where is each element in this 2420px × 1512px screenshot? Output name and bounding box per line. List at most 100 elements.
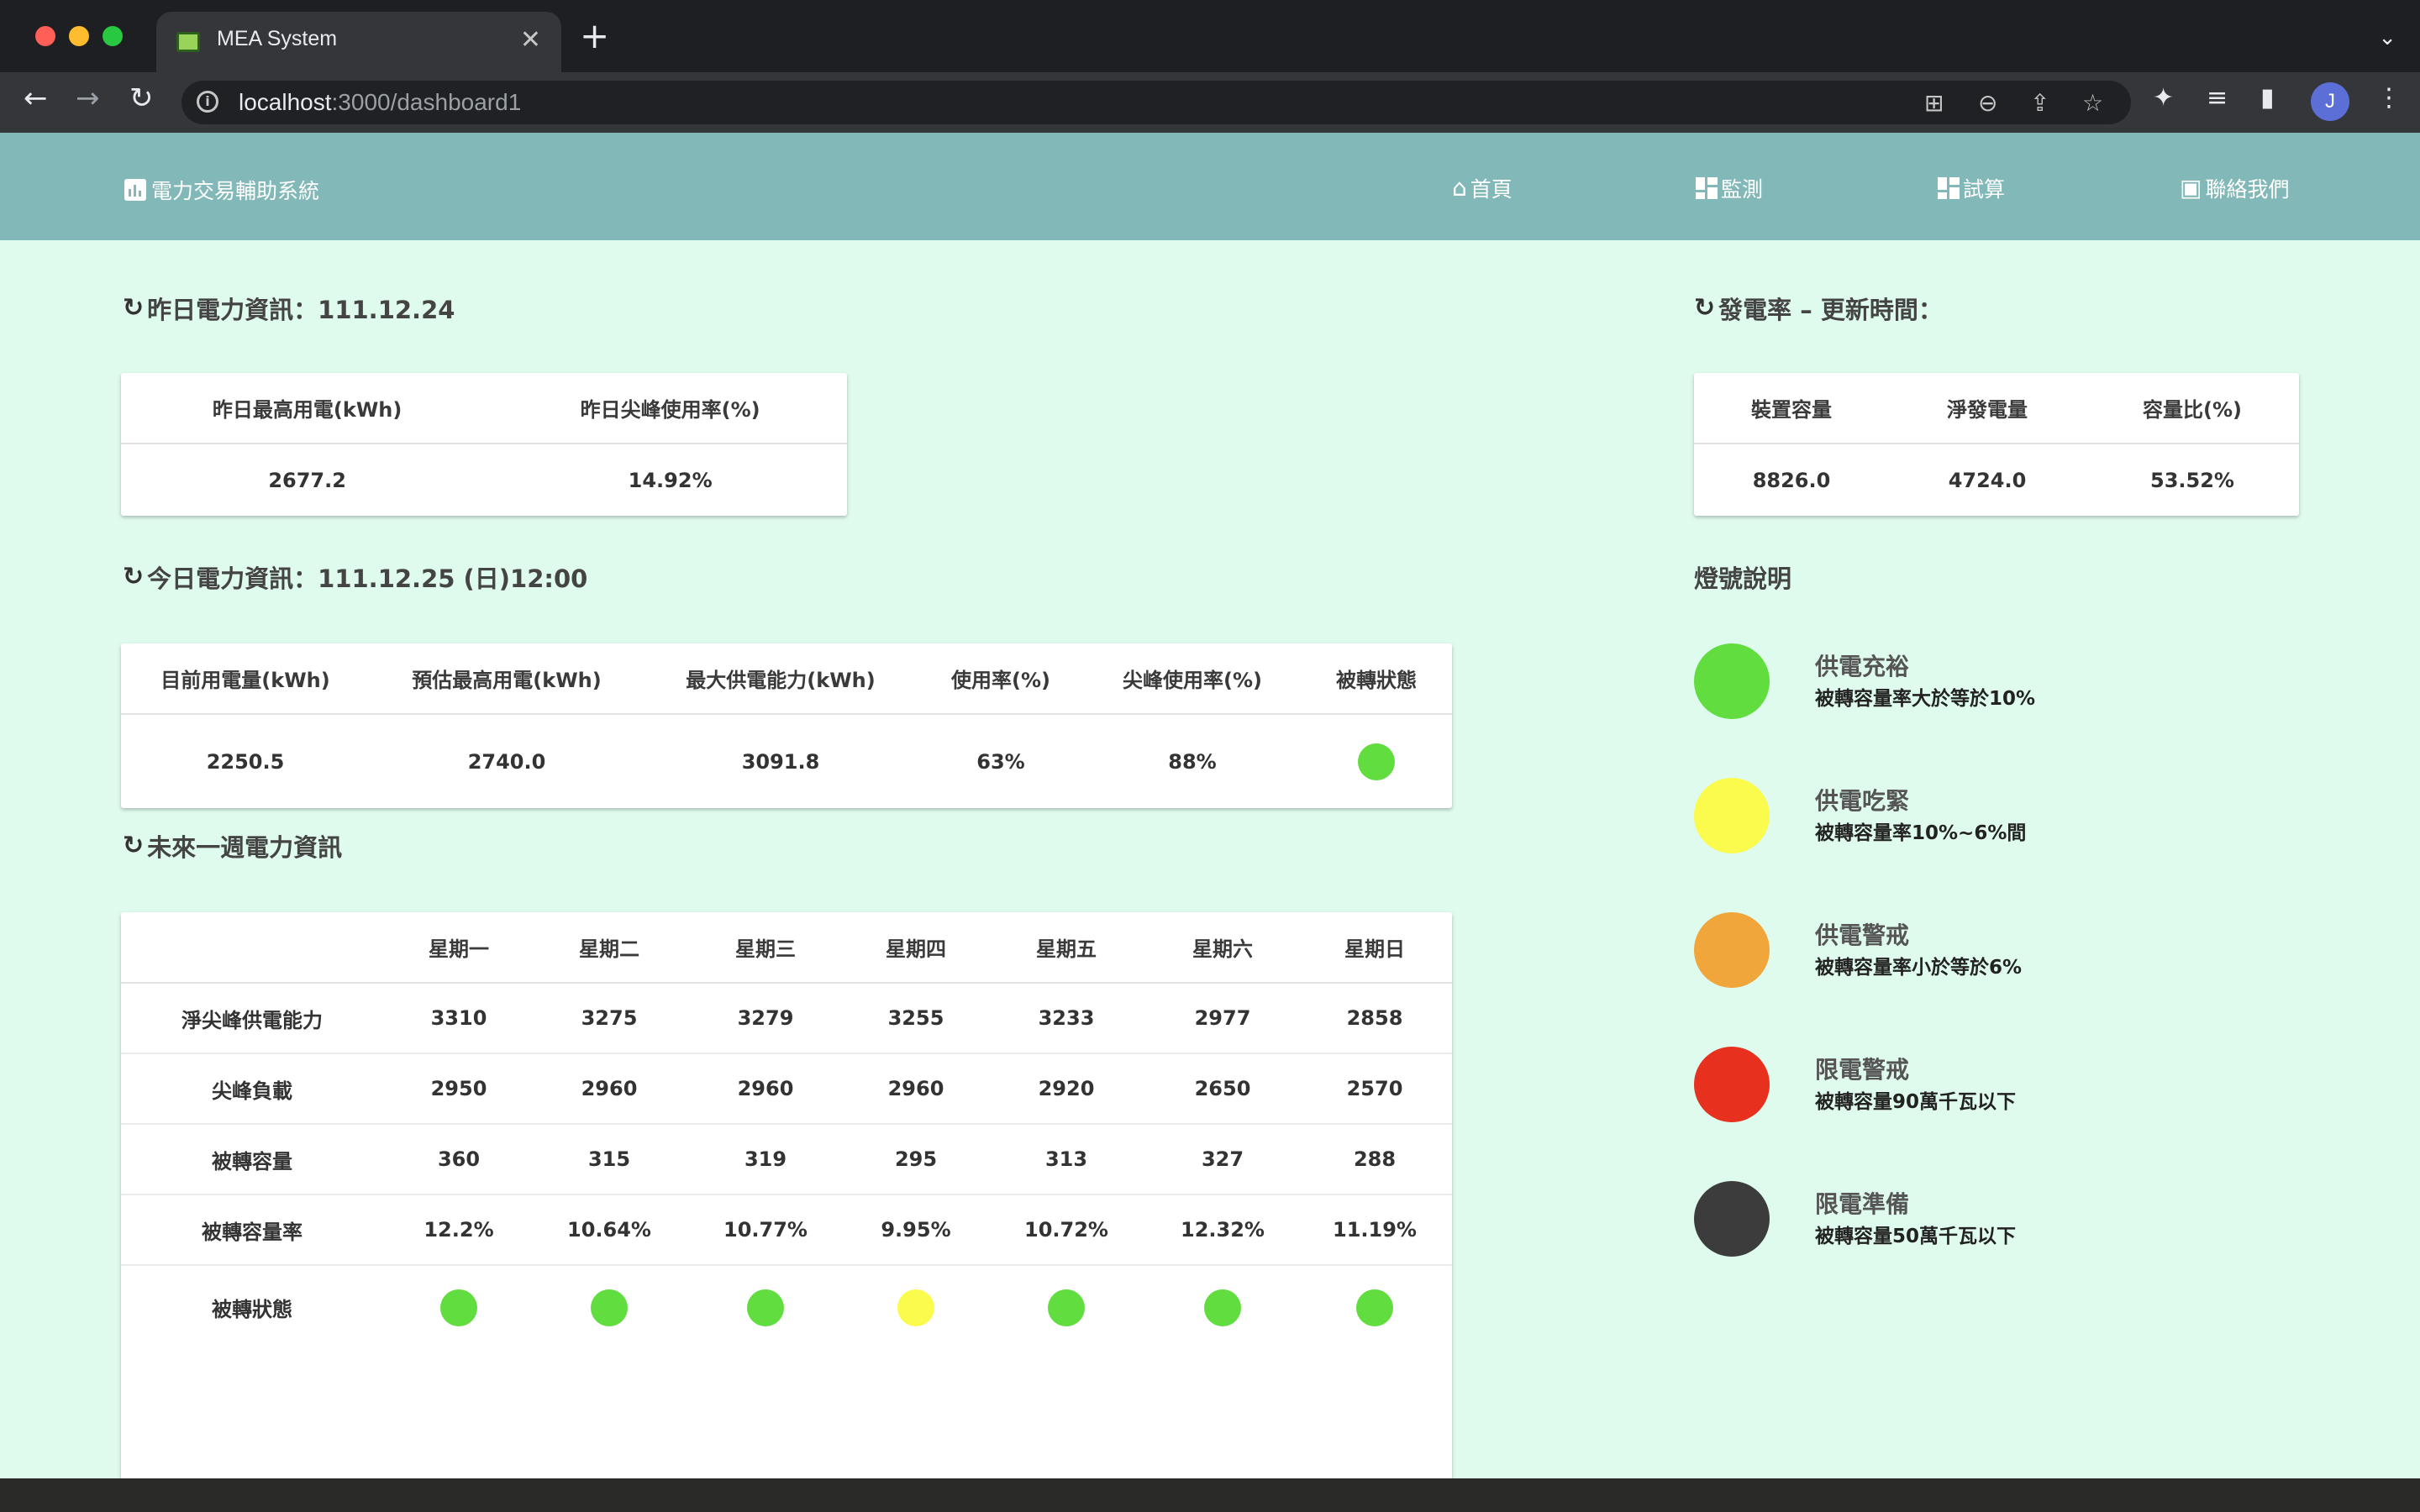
generation-header: 淨發電量 [1889,373,2086,444]
legend-item: 供電警戒 被轉容量率小於等於6% [1694,912,2198,988]
extensions-puzzle-icon[interactable]: ✦ [2153,86,2174,111]
url-path: :3000/dashboard1 [331,89,522,115]
tab-close-icon[interactable]: ✕ [520,25,541,55]
legend-item-title: 供電警戒 [1815,921,1910,949]
bar-chart-icon [124,179,146,201]
home-icon: ⌂ [1452,174,1467,202]
week-cell: 2977 [1148,983,1297,1054]
yesterday-header: 昨日最高用電(kWh) [121,373,494,444]
refresh-icon[interactable]: ↻ [1694,296,1715,321]
today-header: 使用率(%) [918,643,1084,715]
window-minimize-button[interactable] [69,26,89,46]
nav-monitor[interactable]: 監測 [1696,173,1763,203]
nav-calc-label: 試算 [1963,177,2006,202]
week-cell: 319 [684,1124,847,1195]
nav-contact[interactable]: ▣ 聯絡我們 [2180,173,2289,203]
week-cell: 360 [383,1124,534,1195]
refresh-icon[interactable]: ↻ [123,564,144,590]
generation-section-title: ↻ 發電率 – 更新時間： [1694,291,1943,326]
tab-search-chevron-down-icon[interactable]: ⌄ [2378,25,2396,50]
dashboard-icon [1696,177,1718,199]
week-row-peak-load: 尖峰負載 2950 2960 2960 2960 2920 2650 2570 [121,1053,1452,1125]
week-row-label: 淨尖峰供電能力 [121,983,383,1054]
generation-value: 4724.0 [1948,468,2027,492]
legend-item-desc: 被轉容量90萬千瓦以下 [1815,1091,2017,1113]
week-status-cell [985,1265,1148,1349]
legend-item: 供電充裕 被轉容量率大於等於10% [1694,643,2198,719]
week-cell: 2858 [1297,983,1452,1054]
nav-calc[interactable]: 試算 [1938,173,2005,203]
week-status-cell [383,1265,534,1349]
today-header: 預估最高用電(kWh) [370,643,644,715]
generation-header: 容量比(%) [2086,373,2299,444]
generation-table: 裝置容量 淨發電量 容量比(%) 8826.0 4724.0 53.52% [1694,373,2299,516]
today-section-title: ↻ 今日電力資訊：111.12.25 (日)12:00 [123,559,587,595]
generation-card: 裝置容量 淨發電量 容量比(%) 8826.0 4724.0 53.52% [1694,373,2299,516]
nav-home[interactable]: ⌂ 首頁 [1452,173,1512,203]
status-light [1204,1289,1241,1326]
week-row-transfer-rate: 被轉容量率 12.2% 10.64% 10.77% 9.95% 10.72% 1… [121,1194,1452,1266]
share-icon[interactable]: ⇪ [2030,89,2049,117]
legend-title-text: 燈號說明 [1694,564,1792,593]
back-arrow-icon[interactable]: ← [24,84,48,113]
week-card: 星期一 星期二 星期三 星期四 星期五 星期六 星期日 淨尖峰供電能力 3310… [121,912,1452,1478]
today-card: 目前用電量(kWh) 預估最高用電(kWh) 最大供電能力(kWh) 使用率(%… [121,643,1452,808]
yesterday-section-title: ↻ 昨日電力資訊：111.12.24 [123,291,455,326]
brand-link[interactable]: 電力交易輔助系統 [124,175,319,205]
week-cell: 313 [985,1124,1148,1195]
generation-header: 裝置容量 [1694,373,1889,444]
brand-title: 電力交易輔助系統 [151,179,320,203]
more-menu-icon[interactable]: ⋮ [2376,86,2402,111]
week-corner-header [121,912,383,984]
today-header: 被轉狀態 [1301,643,1452,715]
legend-light [1694,1047,1770,1122]
week-row-label: 尖峰負載 [121,1053,383,1125]
browser-tab[interactable]: MEA System ✕ [156,12,561,72]
site-info-icon[interactable]: i [197,91,218,113]
profile-avatar[interactable]: J [2311,82,2349,121]
forward-arrow-icon[interactable]: → [76,84,100,113]
refresh-icon[interactable]: ↻ [123,296,144,321]
legend-title: 燈號說明 [1694,559,1791,595]
status-light [1356,1289,1393,1326]
week-cell: 11.19% [1297,1194,1452,1266]
week-row-label: 被轉容量率 [121,1194,383,1266]
week-day-header: 星期一 [383,912,534,984]
today-value: 63% [976,749,1025,774]
media-control-icon[interactable]: ≡ [2207,86,2228,111]
new-tab-button[interactable]: + [580,18,609,54]
zoom-out-icon[interactable]: ⊖ [1978,89,1997,117]
week-day-header: 星期日 [1297,912,1452,984]
legend-item-desc: 被轉容量50萬千瓦以下 [1815,1226,2017,1247]
reload-icon[interactable]: ↻ [129,84,154,113]
week-cell: 10.64% [534,1194,684,1266]
side-panel-icon[interactable]: ▮ [2260,86,2275,111]
week-row-status: 被轉狀態 [121,1265,1452,1349]
legend-item-title: 供電吃緊 [1815,787,1910,815]
week-day-header: 星期二 [534,912,684,984]
week-title-text: 未來一週電力資訊 [147,833,343,862]
today-header: 目前用電量(kWh) [121,643,370,715]
week-cell: 3279 [684,983,847,1054]
bookmark-star-icon[interactable]: ☆ [2082,89,2103,117]
generation-value: 53.52% [2150,468,2234,492]
refresh-icon[interactable]: ↻ [123,833,144,858]
week-status-cell [847,1265,985,1349]
legend-item-desc: 被轉容量率10%~6%間 [1815,822,2027,844]
week-day-header: 星期四 [847,912,985,984]
tab-title: MEA System [217,27,338,50]
today-header: 最大供電能力(kWh) [644,643,918,715]
address-bar[interactable]: i localhost:3000/dashboard1 ⊞ ⊖ ⇪ ☆ [182,81,2131,124]
week-cell: 9.95% [847,1194,985,1266]
yesterday-card: 昨日最高用電(kWh) 昨日尖峰使用率(%) 2677.2 14.92% [121,373,847,516]
window-close-button[interactable] [35,26,55,46]
browser-tab-strip: MEA System ✕ + ⌄ [0,0,2420,72]
today-value: 88% [1168,749,1217,774]
week-cell: 2650 [1148,1053,1297,1125]
browser-toolbar: ← → ↻ i localhost:3000/dashboard1 ⊞ ⊖ ⇪ … [0,72,2420,133]
window-zoom-button[interactable] [103,26,123,46]
week-status-cell [1297,1265,1452,1349]
week-day-header: 星期三 [684,912,847,984]
nav-monitor-label: 監測 [1721,177,1764,202]
translate-icon[interactable]: ⊞ [1924,89,1944,117]
